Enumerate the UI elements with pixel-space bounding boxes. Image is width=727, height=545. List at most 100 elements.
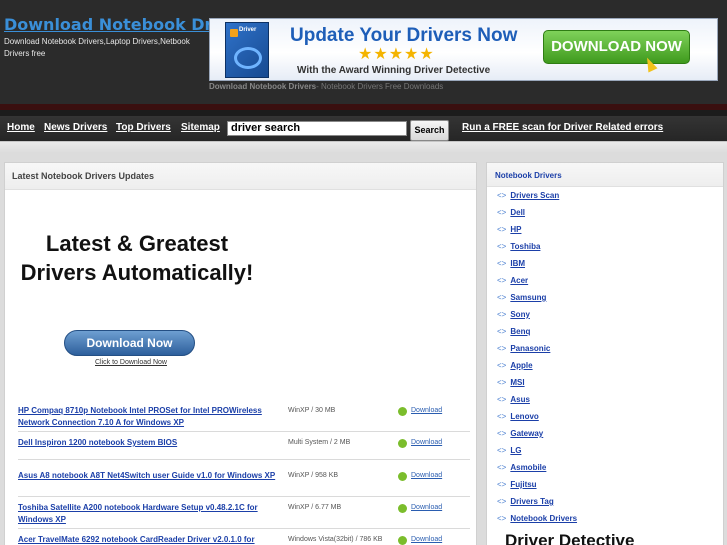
software-box-image: Driver: [225, 22, 269, 78]
download-link[interactable]: Download: [398, 536, 443, 545]
download-icon: [398, 536, 407, 545]
sidebar-item-label: Benq: [510, 327, 531, 336]
arrow-icon: <>: [497, 276, 507, 285]
sidebar-item-benq[interactable]: <> Benq: [497, 327, 530, 336]
driver-title-link[interactable]: Toshiba Satellite A200 notebook Hardware…: [18, 502, 290, 526]
sidebar-item-lenovo[interactable]: <> Lenovo: [497, 412, 539, 421]
site-tagline: Download Notebook Drivers,Laptop Drivers…: [4, 37, 190, 58]
sidebar-item-msi[interactable]: <> MSI: [497, 378, 525, 387]
sidebar-header: Notebook Drivers: [487, 163, 723, 187]
ad-download-button[interactable]: Download Now: [64, 330, 195, 356]
sidebar-heading: Notebook Drivers: [495, 171, 562, 180]
sidebar-item-label: Apple: [510, 361, 533, 370]
arrow-icon: <>: [497, 412, 507, 421]
download-icon: [398, 472, 407, 481]
sidebar-item-notebook-drivers[interactable]: <> Notebook Drivers: [497, 514, 577, 523]
driver-title-link[interactable]: Asus A8 notebook A8T Net4Switch user Gui…: [18, 470, 290, 482]
sidebar-item-label: Lenovo: [510, 412, 539, 421]
download-icon: [398, 504, 407, 513]
arrow-icon: <>: [497, 378, 507, 387]
driver-title-link[interactable]: HP Compaq 8710p Notebook Intel PROSet fo…: [18, 405, 290, 429]
sidebar-item-panasonic[interactable]: <> Panasonic: [497, 344, 550, 353]
arrow-icon: <>: [497, 514, 507, 523]
box-arrow-icon: [230, 29, 238, 37]
arrow-icon: <>: [497, 463, 507, 472]
sidebar-item-label: LG: [510, 446, 522, 455]
ad-headline: Latest & Greatest Drivers Automatically!: [20, 231, 254, 285]
arrow-icon: <>: [497, 225, 507, 234]
sidebar: Notebook Drivers <> Drivers Scan <> Dell <> H…: [486, 162, 724, 545]
sidebar-item-label: Toshiba: [510, 242, 541, 251]
sidebar-item-drivers-tag[interactable]: <> Drivers Tag: [497, 497, 554, 506]
arrow-icon: <>: [497, 395, 507, 404]
sidebar-item-label: Drivers Tag: [510, 497, 554, 506]
download-label: Download: [411, 536, 443, 543]
sidebar-item-gateway[interactable]: <> Gateway: [497, 429, 543, 438]
banner-subline: With the Award Winning Driver Detective: [297, 65, 491, 76]
caption-bold: Download Notebook Drivers: [209, 82, 317, 91]
arrow-icon: <>: [497, 480, 507, 489]
sidebar-item-samsung[interactable]: <> Samsung: [497, 293, 546, 302]
driver-detective-logo[interactable]: Driver Detective: [505, 531, 634, 545]
sidebar-item-fujitsu[interactable]: <> Fujitsu: [497, 480, 537, 489]
sidebar-item-drivers-scan[interactable]: <> Drivers Scan: [497, 191, 559, 200]
free-scan-link[interactable]: Run a FREE scan for Driver Related error…: [462, 122, 663, 133]
sidebar-item-apple[interactable]: <> Apple: [497, 361, 533, 370]
nav-link-sitemap[interactable]: Sitemap: [181, 122, 220, 133]
site-header: Download Notebook Drivers Download Noteb…: [0, 0, 727, 107]
search-button[interactable]: Search: [410, 120, 449, 141]
driver-meta: WinXP / 6.77 MB: [288, 504, 342, 511]
arrow-icon: <>: [497, 344, 507, 353]
sidebar-item-label: MSI: [510, 378, 525, 387]
arrow-icon: <>: [497, 327, 507, 336]
banner-download-button[interactable]: DOWNLOAD NOW: [543, 30, 690, 64]
ad-caption-link[interactable]: Click to Download Now: [18, 359, 244, 366]
sidebar-item-dell[interactable]: <> Dell: [497, 208, 525, 217]
nav-link-home[interactable]: Home: [7, 122, 35, 133]
rating-stars-icon: ★★★★★: [358, 46, 435, 63]
sidebar-item-label: Dell: [510, 208, 526, 217]
nav-link-top-drivers[interactable]: Top Drivers: [116, 122, 171, 133]
sidebar-item-label: Acer: [510, 276, 529, 285]
sidebar-item-asus[interactable]: <> Asus: [497, 395, 530, 404]
driver-title-link[interactable]: Dell Inspiron 1200 notebook System BIOS: [18, 437, 290, 449]
box-label: Driver: [239, 27, 257, 33]
download-label: Download: [411, 407, 443, 414]
sidebar-item-ibm[interactable]: <> IBM: [497, 259, 525, 268]
sidebar-item-label: Drivers Scan: [510, 191, 560, 200]
sidebar-item-label: Panasonic: [510, 344, 551, 353]
download-link[interactable]: Download: [398, 472, 442, 481]
sidebar-item-label: Gateway: [510, 429, 544, 438]
download-label: Download: [411, 504, 443, 511]
download-link[interactable]: Download: [398, 504, 443, 513]
sidebar-item-label: Asus: [510, 395, 530, 404]
sidebar-item-label: Notebook Drivers: [510, 514, 578, 523]
main-header: Latest Notebook Drivers Updates: [5, 163, 476, 190]
nav-link-news-drivers[interactable]: News Drivers: [44, 122, 107, 133]
header-caption: Download Notebook Drivers- Notebook Driv…: [209, 82, 443, 91]
download-link[interactable]: Download: [398, 407, 443, 416]
sidebar-item-asmobile[interactable]: <> Asmobile: [497, 463, 546, 472]
arrow-icon: <>: [497, 446, 507, 455]
sidebar-item-toshiba[interactable]: <> Toshiba: [497, 242, 540, 251]
search-input[interactable]: driver search: [227, 121, 407, 136]
sidebar-item-hp[interactable]: <> HP: [497, 225, 521, 234]
sidebar-item-label: Sony: [510, 310, 530, 319]
download-link[interactable]: Download: [398, 439, 442, 448]
arrow-icon: <>: [497, 293, 507, 302]
driver-detective-banner[interactable]: Driver Update Your Drivers Now ★★★★★ Wit…: [209, 18, 718, 81]
driver-meta: Multi System / 2 MB: [288, 439, 351, 446]
driver-meta: WinXP / 958 KB: [288, 472, 339, 479]
download-icon: [398, 407, 407, 416]
driver-ad[interactable]: Latest & Greatest Drivers Automatically!…: [18, 229, 256, 377]
sidebar-item-sony[interactable]: <> Sony: [497, 310, 530, 319]
sidebar-item-acer[interactable]: <> Acer: [497, 276, 528, 285]
driver-title-link[interactable]: Acer TravelMate 6292 notebook CardReader…: [18, 534, 290, 545]
sidebar-item-label: Fujitsu: [510, 480, 537, 489]
sidebar-item-lg[interactable]: <> LG: [497, 446, 521, 455]
sidebar-item-label: HP: [510, 225, 522, 234]
arrow-icon: <>: [497, 242, 507, 251]
arrow-icon: <>: [497, 361, 507, 370]
arrow-icon: <>: [497, 208, 507, 217]
arrow-icon: <>: [497, 429, 507, 438]
